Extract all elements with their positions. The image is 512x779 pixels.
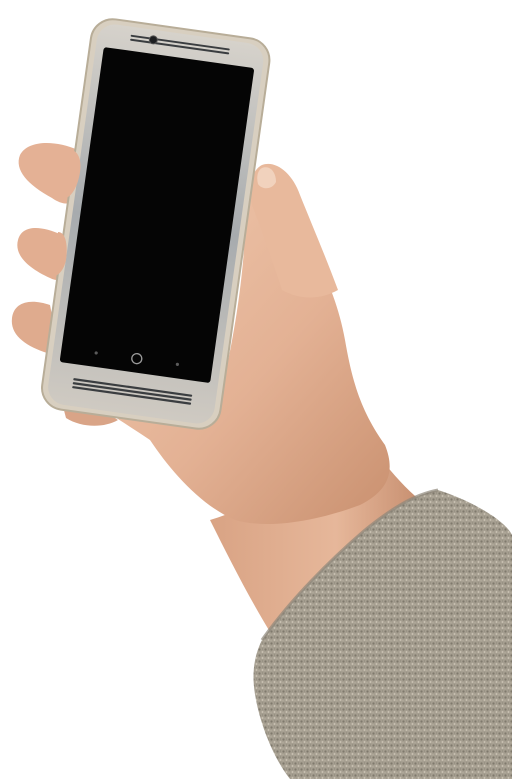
front-camera <box>148 35 158 45</box>
hand-with-phone-illustration <box>11 18 512 779</box>
photo-canvas <box>0 0 512 779</box>
